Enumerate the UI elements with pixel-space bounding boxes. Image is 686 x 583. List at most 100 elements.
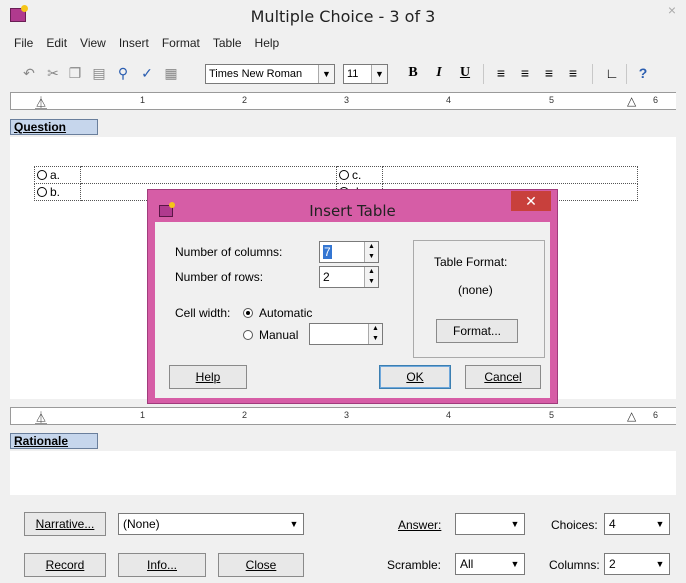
menu-bar: File Edit View Insert Format Table Help (0, 36, 279, 56)
right-indent-marker-icon[interactable]: △ (627, 409, 636, 423)
columns-spinner[interactable]: 7 ▲ ▼ (319, 241, 379, 263)
manual-radio[interactable]: Manual (243, 328, 298, 342)
radio-icon (339, 170, 349, 180)
ruler-number: 2 (242, 95, 248, 105)
menu-view[interactable]: View (80, 36, 106, 56)
ok-button[interactable]: OK (379, 365, 451, 389)
cut-icon[interactable]: ✂ (44, 64, 62, 82)
columns-bottom-label: Columns: (549, 558, 600, 572)
indent-marker-icon[interactable]: ⏅ (35, 94, 47, 111)
align-right-icon[interactable]: ≡ (540, 64, 558, 82)
chevron-down-icon: ▼ (510, 519, 520, 529)
spinner-arrows-icon[interactable]: ▲ ▼ (364, 267, 378, 287)
toolbar-divider (592, 64, 593, 84)
rationale-editor[interactable] (10, 451, 678, 495)
close-button[interactable]: Close (218, 553, 304, 577)
spinner-arrows-icon[interactable]: ▲ ▼ (368, 324, 382, 344)
choices-select[interactable]: 4 ▼ (604, 513, 670, 535)
cancel-button-label: Cancel (484, 370, 522, 384)
choice-letter-cell[interactable]: a. (34, 166, 81, 184)
window-title: Multiple Choice - 3 of 3 (250, 7, 436, 26)
automatic-radio[interactable]: Automatic (243, 306, 312, 320)
underline-button[interactable]: U (456, 64, 474, 82)
choice-letter: a. (50, 168, 61, 182)
menu-edit[interactable]: Edit (46, 36, 67, 56)
columns-value: 7 (323, 245, 332, 259)
ruler-number: 3 (344, 95, 350, 105)
record-button[interactable]: Record (24, 553, 106, 577)
help-button[interactable]: Help (169, 365, 247, 389)
ruler-number: 1 (140, 410, 146, 420)
narrative-button[interactable]: Narrative... (24, 512, 106, 536)
question-label-text: Question (14, 120, 67, 134)
choice-letter-cell[interactable]: c. (336, 166, 383, 184)
scramble-select[interactable]: All ▼ (455, 553, 525, 575)
spellcheck-icon[interactable]: ✓ (138, 64, 156, 82)
font-size-select[interactable]: 11 ▼ (343, 64, 388, 84)
columns-select[interactable]: 2 ▼ (604, 553, 670, 575)
radio-selected-icon (243, 308, 253, 318)
choice-letter-cell[interactable]: b. (34, 183, 81, 201)
table-format-group: Table Format: (none) Format... (413, 240, 545, 358)
dialog-body: Number of columns: 7 ▲ ▼ Number of rows: … (155, 222, 550, 398)
chevron-down-icon: ▼ (510, 559, 520, 569)
dialog-close-button[interactable]: ✕ (511, 191, 551, 211)
table-grid-icon[interactable]: ▦ (162, 64, 180, 82)
indent-marker-icon[interactable]: ⏅ (35, 409, 47, 426)
bold-button[interactable]: B (404, 64, 422, 82)
font-name-value: Times New Roman (209, 68, 303, 80)
narrative-button-label: Narrative... (35, 517, 95, 531)
answer-select[interactable]: ▼ (455, 513, 525, 535)
radio-icon (243, 330, 253, 340)
right-indent-marker-icon[interactable]: △ (627, 94, 636, 108)
columns-select-value: 2 (609, 557, 616, 571)
info-button[interactable]: Info... (118, 553, 206, 577)
chevron-down-icon: ▼ (371, 65, 387, 83)
copy-icon[interactable]: ❐ (66, 64, 84, 82)
radio-icon (37, 170, 47, 180)
ruler-number: 4 (446, 410, 452, 420)
font-name-select[interactable]: Times New Roman ▼ (205, 64, 335, 84)
rows-label: Number of rows: (175, 270, 264, 284)
choice-text-cell[interactable] (80, 166, 337, 184)
justify-icon[interactable]: ≡ (564, 64, 582, 82)
ruler-number: 1 (140, 95, 146, 105)
ruler-number: 5 (549, 410, 555, 420)
tab-stop-icon[interactable]: ∟ (603, 64, 621, 82)
undo-icon[interactable]: ↶ (20, 64, 38, 82)
chevron-down-icon: ▼ (289, 519, 299, 529)
narrative-value: (None) (123, 517, 160, 531)
choice-letter: b. (50, 185, 61, 199)
question-scrollbar[interactable] (676, 92, 686, 402)
menu-format[interactable]: Format (162, 36, 200, 56)
narrative-select[interactable]: (None) ▼ (118, 513, 304, 535)
paste-icon[interactable]: ▤ (90, 64, 108, 82)
ruler-number: 6 (653, 410, 659, 420)
rationale-scrollbar[interactable] (676, 407, 686, 497)
manual-width-spinner[interactable]: ▲ ▼ (309, 323, 383, 345)
find-icon[interactable]: ⚲ (114, 64, 132, 82)
window-close-button[interactable]: × (658, 0, 686, 20)
menu-table[interactable]: Table (213, 36, 242, 56)
format-button[interactable]: Format... (436, 319, 518, 343)
italic-button[interactable]: I (430, 64, 448, 82)
menu-help[interactable]: Help (255, 36, 280, 56)
title-bar: Multiple Choice - 3 of 3 × (0, 0, 686, 34)
info-button-label: Info... (146, 558, 178, 572)
cancel-button[interactable]: Cancel (465, 365, 541, 389)
help-icon[interactable]: ? (634, 64, 652, 82)
align-left-icon[interactable]: ≡ (492, 64, 510, 82)
menu-file[interactable]: File (14, 36, 33, 56)
scramble-label: Scramble: (387, 558, 442, 572)
record-button-label: Record (45, 558, 85, 572)
rationale-ruler: ⏅ 1 2 3 4 5 6 △ (10, 407, 678, 425)
rows-spinner[interactable]: 2 ▲ ▼ (319, 266, 379, 288)
columns-label: Number of columns: (175, 245, 283, 259)
align-center-icon[interactable]: ≡ (516, 64, 534, 82)
toolbar: ↶ ✂ ❐ ▤ ⚲ ✓ ▦ Times New Roman ▼ 11 ▼ B I… (0, 61, 686, 87)
help-button-label: Help (195, 370, 221, 384)
spinner-arrows-icon[interactable]: ▲ ▼ (364, 242, 378, 262)
choice-text-cell[interactable] (382, 166, 638, 184)
question-ruler: ⏅ 1 2 3 4 5 6 △ (10, 92, 678, 110)
menu-insert[interactable]: Insert (119, 36, 149, 56)
